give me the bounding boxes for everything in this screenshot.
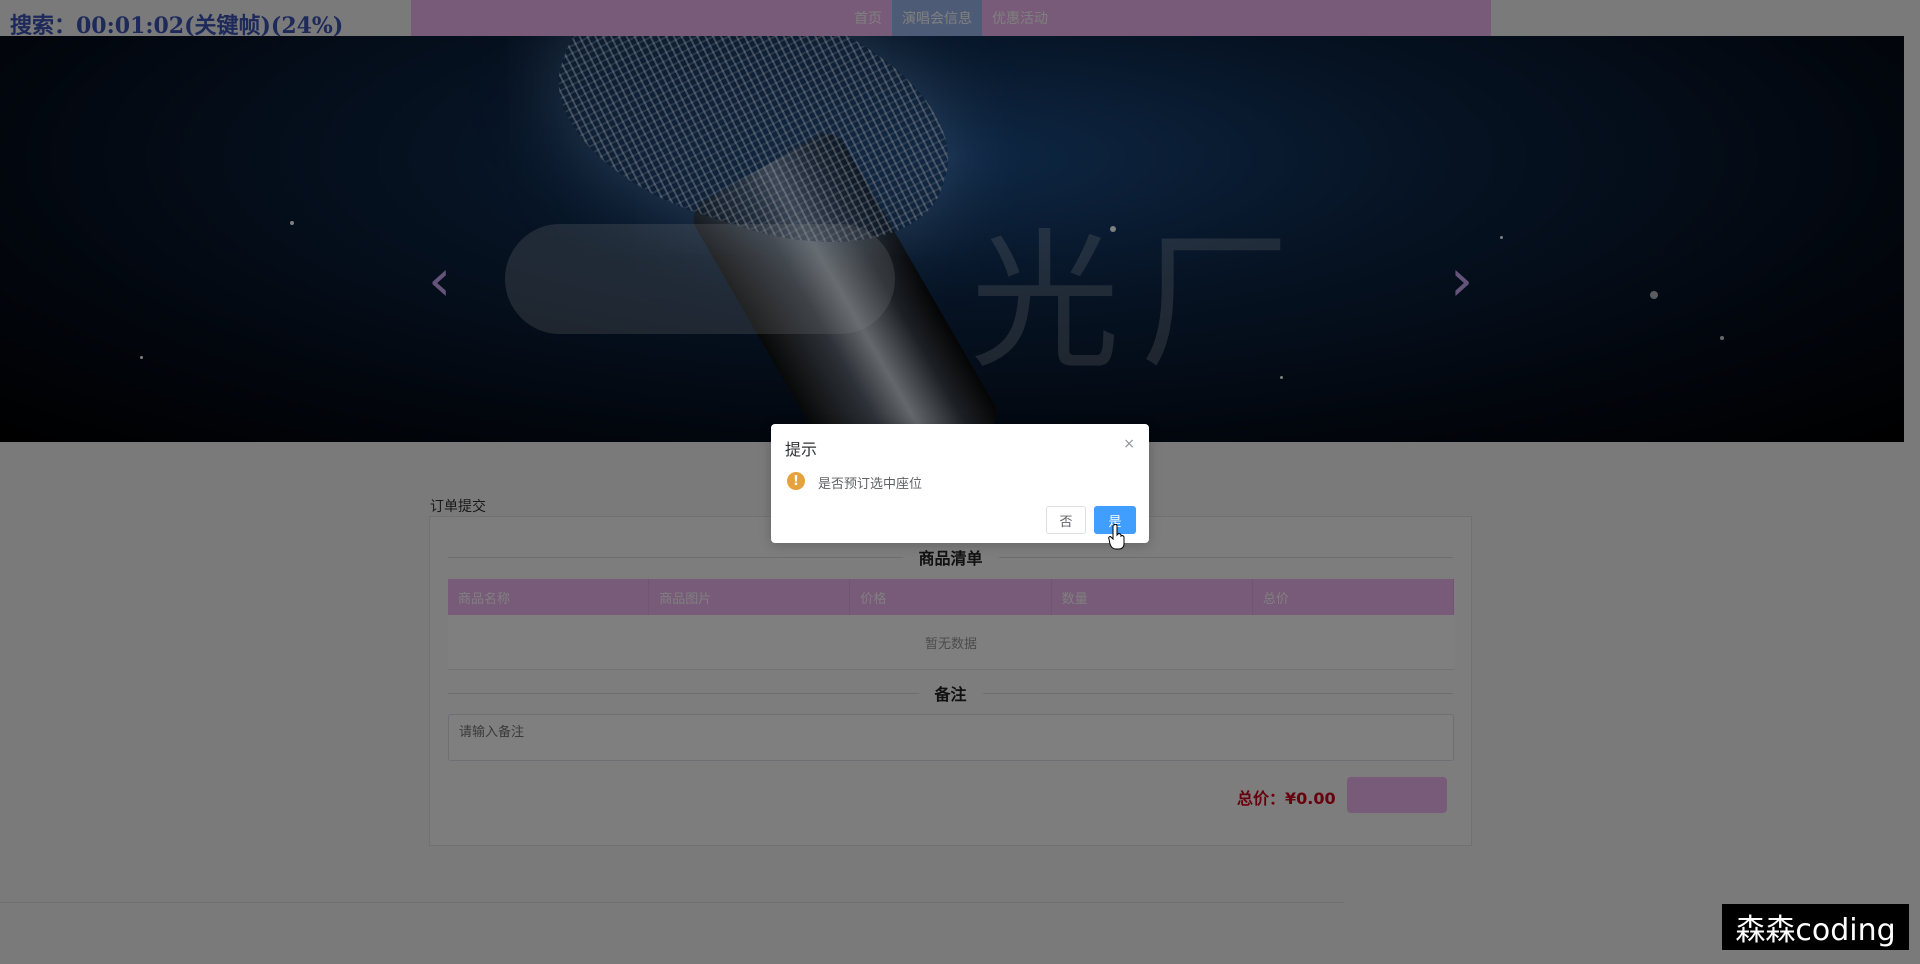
cancel-button[interactable]: 否 <box>1046 506 1086 534</box>
brand-watermark: 森森coding <box>1722 904 1909 950</box>
dialog-title: 提示 <box>785 440 818 459</box>
close-icon[interactable]: × <box>1123 436 1135 452</box>
hand-cursor-icon <box>1108 524 1125 550</box>
dialog-message: 是否预订选中座位 <box>818 477 923 492</box>
confirm-dialog: 提示 × ! 是否预订选中座位 否 是 <box>771 424 1149 543</box>
warning-icon: ! <box>787 472 805 490</box>
